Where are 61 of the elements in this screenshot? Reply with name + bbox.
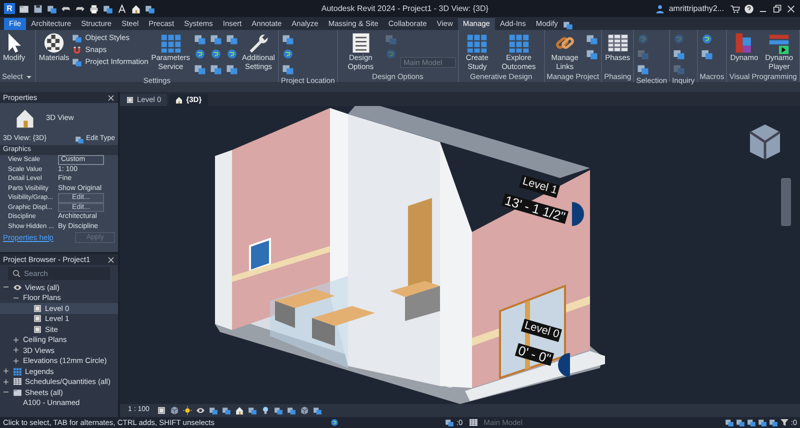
tool-icon[interactable]	[586, 33, 598, 45]
wrench-icon	[247, 32, 270, 54]
restore-icon[interactable]	[772, 4, 782, 14]
tool-icon[interactable]	[194, 33, 206, 45]
tool-icon[interactable]	[194, 63, 206, 75]
user-icon	[654, 4, 665, 14]
globe-icon[interactable]	[194, 48, 206, 60]
cube-icon[interactable]	[300, 406, 310, 415]
globe-icon[interactable]	[210, 48, 222, 60]
expand-icon[interactable]	[2, 378, 10, 386]
tool-icon[interactable]	[313, 406, 322, 415]
folder-icon[interactable]	[19, 4, 29, 14]
level-name-label: Level 1	[518, 174, 560, 198]
house-icon[interactable]	[235, 406, 244, 415]
close-icon[interactable]	[107, 94, 115, 102]
save-icon[interactable]	[33, 4, 43, 14]
tool-icon[interactable]	[700, 48, 713, 60]
help-icon[interactable]	[744, 4, 754, 14]
grid-icon	[466, 32, 488, 54]
home-icon[interactable]	[131, 4, 141, 14]
house-icon	[175, 96, 184, 104]
close-icon[interactable]	[786, 4, 796, 14]
tool-icon[interactable]	[226, 63, 238, 75]
player-icon	[768, 32, 790, 54]
grid-icon	[160, 32, 182, 54]
tool-icon[interactable]	[226, 33, 238, 45]
table-icon	[606, 32, 629, 54]
globe-icon[interactable]	[226, 48, 238, 60]
tool-icon[interactable]	[586, 48, 598, 60]
checkered-sphere-icon	[43, 32, 66, 54]
expand-icon[interactable]	[12, 346, 20, 354]
search-icon	[12, 269, 21, 278]
expand-icon[interactable]	[12, 336, 20, 344]
house-icon	[14, 107, 36, 129]
expand-icon[interactable]	[12, 356, 20, 365]
tool-icon[interactable]	[637, 63, 650, 75]
tool-icon[interactable]	[673, 48, 686, 60]
cart-icon[interactable]	[730, 4, 740, 14]
app-logo[interactable]: R	[4, 3, 15, 14]
magnet-icon	[72, 44, 82, 54]
tool-icon[interactable]	[210, 33, 222, 45]
sun-icon[interactable]	[183, 406, 192, 415]
lightbulb-icon[interactable]	[261, 406, 270, 415]
globe-icon[interactable]	[700, 33, 713, 45]
tool-icon[interactable]	[282, 63, 294, 75]
expand-icon[interactable]	[2, 367, 10, 376]
user-name[interactable]: amrittripathy2...	[668, 2, 724, 14]
globe-icon[interactable]	[282, 48, 294, 60]
tool-icon[interactable]	[282, 33, 294, 45]
cube-icon[interactable]	[170, 406, 180, 415]
detail-level-icon[interactable]	[157, 406, 166, 415]
close-icon[interactable]	[107, 256, 115, 264]
plan-icon	[126, 96, 134, 104]
tool-icon[interactable]	[210, 63, 222, 75]
grid-icon	[508, 32, 530, 54]
text-icon[interactable]	[117, 4, 127, 14]
level-head-marker	[572, 202, 584, 226]
window-title: Autodesk Revit 2024 - Project1 - 3D View: {3D}	[320, 2, 490, 14]
tool-icon[interactable]	[248, 406, 258, 415]
level-head-marker	[558, 353, 570, 377]
print-icon[interactable]	[89, 4, 99, 14]
